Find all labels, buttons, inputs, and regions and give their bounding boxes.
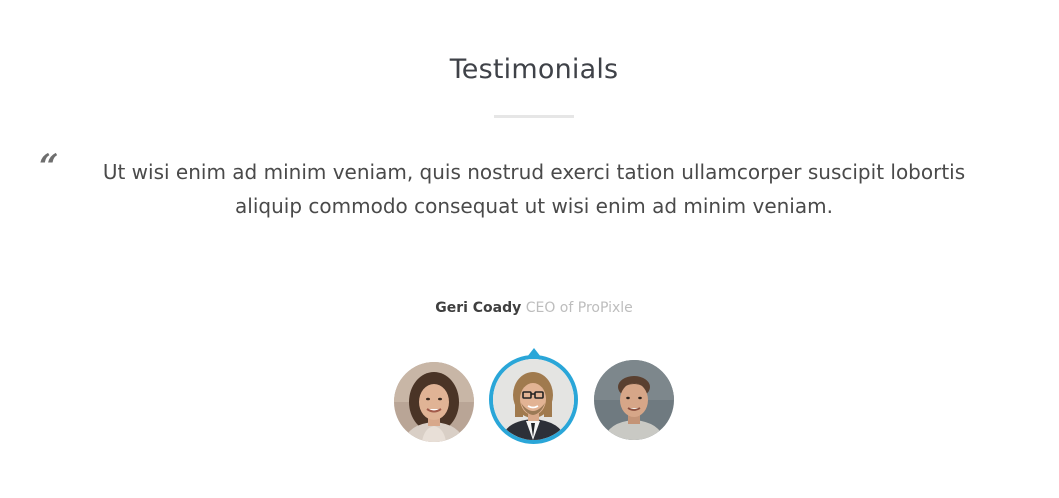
testimonial-quote: Ut wisi enim ad minim veniam, quis nostr… (102, 160, 966, 218)
avatar-man-glasses-active[interactable] (489, 355, 578, 444)
man-with-glasses-portrait-icon (493, 359, 574, 440)
section-title: Testimonials (449, 54, 619, 85)
quote-open-icon: “ (39, 147, 59, 187)
title-divider (494, 115, 574, 118)
woman-portrait-icon (394, 362, 474, 442)
author-role: CEO of ProPixle (525, 300, 633, 316)
avatar-woman[interactable] (394, 362, 474, 442)
young-man-portrait-icon (594, 360, 674, 440)
author-name: Geri Coady (435, 300, 522, 316)
testimonial-author: Geri Coady CEO of ProPixle (0, 298, 1059, 318)
avatar-young-man[interactable] (594, 360, 674, 440)
